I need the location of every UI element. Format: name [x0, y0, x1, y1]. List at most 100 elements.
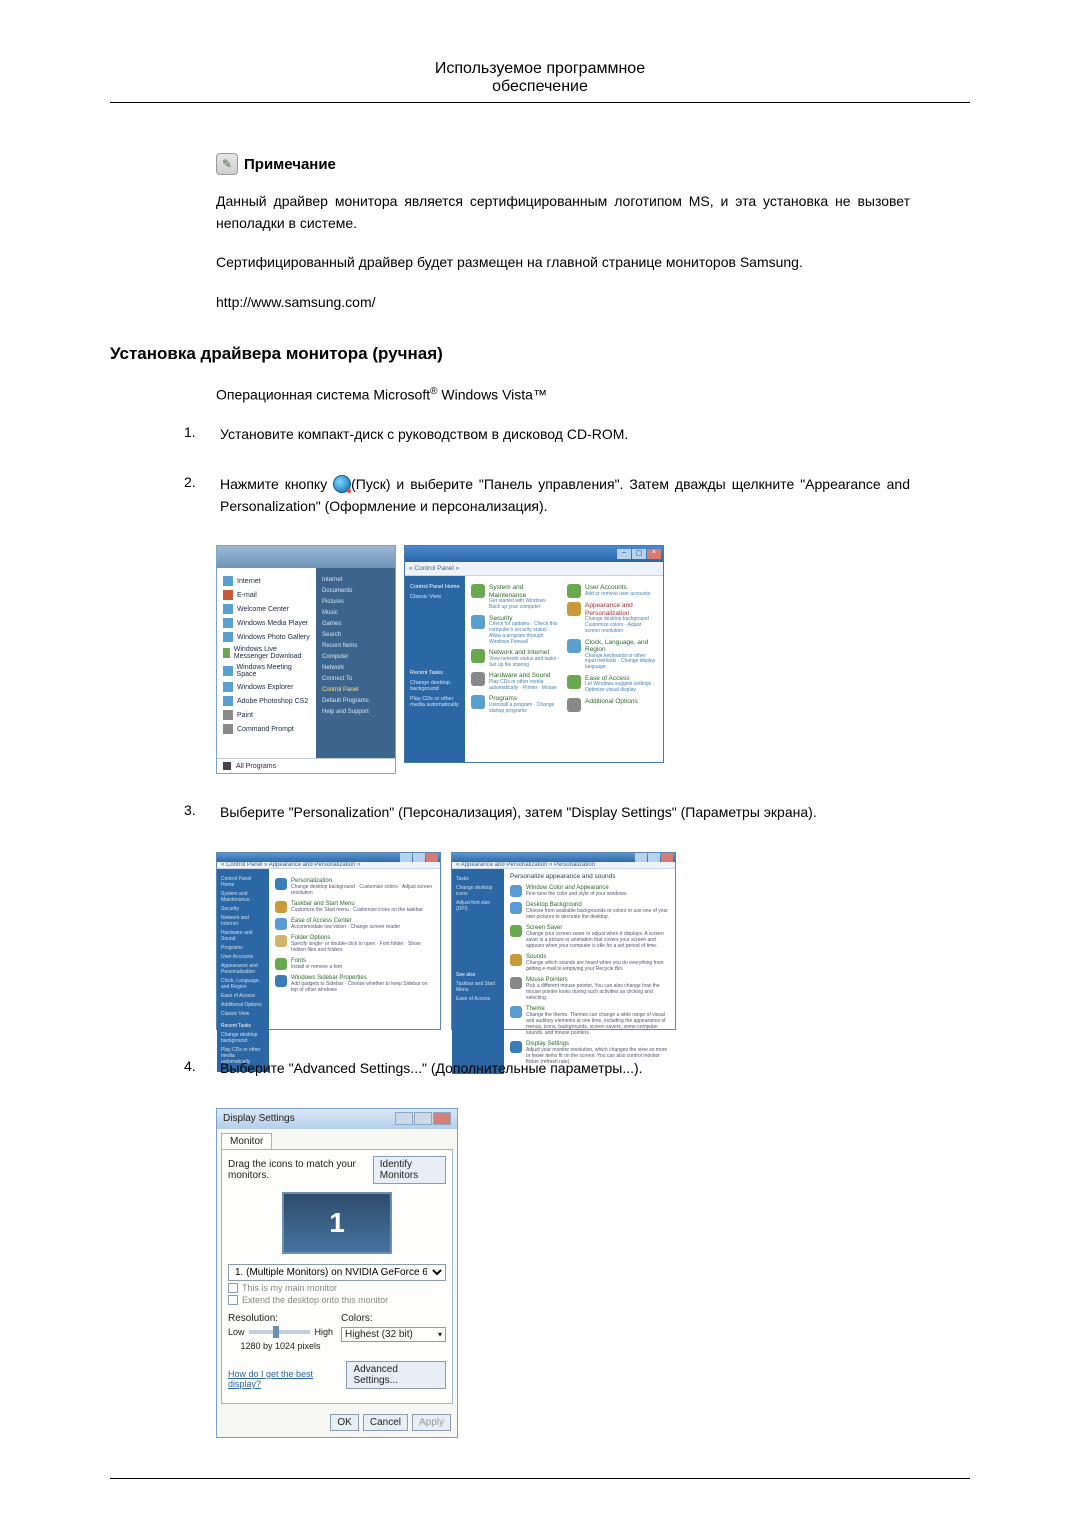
side-link[interactable]: Programs	[221, 945, 265, 951]
side-link[interactable]: System and Maintenance	[221, 891, 265, 903]
colors-select[interactable]: Highest (32 bit)▾	[341, 1327, 446, 1342]
best-display-link[interactable]: How do I get the best display?	[228, 1369, 340, 1389]
cp-category[interactable]: Ease of AccessLet Windows suggest settin…	[567, 675, 657, 694]
monitor-tab[interactable]: Monitor	[221, 1133, 272, 1149]
personalization-entry[interactable]: Screen SaverChange your screen saver or …	[510, 925, 669, 949]
monitor-preview[interactable]: 1	[282, 1192, 392, 1254]
appearance-entry[interactable]: Windows Sidebar PropertiesAdd gadgets to…	[275, 975, 434, 993]
start-menu-item[interactable]: Windows Explorer	[223, 682, 310, 692]
start-menu-right-item[interactable]: Search	[322, 632, 389, 638]
cp-classic-view[interactable]: Classic View	[410, 594, 460, 600]
app-icon	[223, 666, 233, 676]
close-icon[interactable]	[433, 1112, 451, 1125]
start-menu-right-item[interactable]: Documents	[322, 588, 389, 594]
start-menu-item[interactable]: Command Prompt	[223, 724, 310, 734]
ok-button[interactable]: OK	[330, 1414, 358, 1431]
cp-category[interactable]: SecurityCheck for updates · Check this c…	[471, 615, 561, 645]
min-icon[interactable]	[400, 853, 412, 862]
start-menu-item[interactable]: Windows Live Messenger Download	[223, 646, 310, 660]
header-line1: Используемое программное	[435, 60, 645, 77]
step-3-text: Выберите "Personalization" (Персонализац…	[220, 802, 970, 824]
side-link[interactable]: Tasks	[456, 876, 500, 882]
start-menu-item[interactable]: Internet	[223, 576, 310, 586]
appearance-entry[interactable]: FontsInstall or remove a font	[275, 958, 434, 970]
side-link[interactable]: Ease of Access	[221, 993, 265, 999]
close-icon[interactable]: ×	[647, 549, 661, 559]
step-2-number: 2.	[184, 474, 202, 517]
category-icon	[567, 675, 581, 689]
side-link[interactable]: Ease of Access	[456, 996, 500, 1002]
start-menu-right-item[interactable]: Computer	[322, 654, 389, 660]
close-icon[interactable]	[426, 853, 438, 862]
identify-monitors-button[interactable]: Identify Monitors	[373, 1156, 446, 1184]
cp-category[interactable]: Appearance and PersonalizationChange des…	[567, 602, 657, 634]
start-menu-right-item[interactable]: Control Panel	[322, 687, 389, 693]
resolution-slider[interactable]: Low High	[228, 1327, 333, 1337]
advanced-settings-button[interactable]: Advanced Settings...	[346, 1361, 446, 1389]
side-link[interactable]: Control Panel Home	[221, 876, 265, 888]
start-menu-right-item[interactable]: Help and Support	[322, 709, 389, 715]
app-icon	[223, 618, 233, 628]
cp-recent-2[interactable]: Play CDs or other media automatically	[410, 696, 460, 708]
min-icon[interactable]: –	[617, 549, 631, 559]
start-menu-item[interactable]: Windows Photo Gallery	[223, 632, 310, 642]
personalization-entry[interactable]: Desktop BackgroundChoose from available …	[510, 902, 669, 920]
personalization-entry[interactable]: Window Color and AppearanceFine tune the…	[510, 885, 669, 897]
start-menu-right-item[interactable]: Default Programs	[322, 698, 389, 704]
start-menu-item[interactable]: Adobe Photoshop CS2	[223, 696, 310, 706]
cp-category[interactable]: Clock, Language, and RegionChange keyboa…	[567, 639, 657, 671]
appearance-entry[interactable]: Ease of Access CenterAccommodate low vis…	[275, 918, 434, 930]
apply-button[interactable]: Apply	[412, 1414, 451, 1431]
side-link[interactable]: Clock, Language, and Region	[221, 978, 265, 990]
slider-thumb-icon[interactable]	[273, 1326, 279, 1338]
min-icon[interactable]	[395, 1112, 413, 1125]
side-link[interactable]: Change desktop background	[221, 1032, 265, 1044]
personalization-entry[interactable]: Mouse PointersPick a different mouse poi…	[510, 977, 669, 1001]
cp-category[interactable]: User AccountsAdd or remove user accounts	[567, 584, 657, 598]
personalization-entry[interactable]: ThemeChange the theme. Themes can change…	[510, 1006, 669, 1036]
max-icon[interactable]: ▢	[632, 549, 646, 559]
side-link[interactable]: Security	[221, 906, 265, 912]
cp-recent-1[interactable]: Change desktop background	[410, 680, 460, 692]
side-link[interactable]: Taskbar and Start Menu	[456, 981, 500, 993]
personalization-entry[interactable]: SoundsChange which sounds are heard when…	[510, 954, 669, 972]
start-menu-item[interactable]: Windows Media Player	[223, 618, 310, 628]
side-link[interactable]: User Accounts	[221, 954, 265, 960]
start-menu-right-item[interactable]: Internet	[322, 577, 389, 583]
side-link[interactable]: Network and Internet	[221, 915, 265, 927]
start-menu-right-item[interactable]: Pictures	[322, 599, 389, 605]
side-link[interactable]: Additional Options	[221, 1002, 265, 1008]
start-menu-right-item[interactable]: Recent Items	[322, 643, 389, 649]
extend-desktop-checkbox: Extend the desktop onto this monitor	[228, 1295, 446, 1305]
start-menu-right-item[interactable]: Network	[322, 665, 389, 671]
cp-category[interactable]: Hardware and SoundPlay CDs or other medi…	[471, 672, 561, 691]
side-link[interactable]: Hardware and Sound	[221, 930, 265, 942]
side-link[interactable]: Change desktop icons	[456, 885, 500, 897]
cp-category[interactable]: ProgramsUninstall a program · Change sta…	[471, 695, 561, 714]
start-menu-item[interactable]: Paint	[223, 710, 310, 720]
max-icon[interactable]	[414, 1112, 432, 1125]
entry-icon	[275, 958, 287, 970]
max-icon[interactable]	[648, 853, 660, 862]
start-menu-item[interactable]: E-mail	[223, 590, 310, 600]
appearance-entry[interactable]: Taskbar and Start MenuCustomize the Star…	[275, 901, 434, 913]
start-menu-right-item[interactable]: Music	[322, 610, 389, 616]
side-link[interactable]: Classic View	[221, 1011, 265, 1017]
close-icon[interactable]	[661, 853, 673, 862]
cp-category[interactable]: System and MaintenanceGet started with W…	[471, 584, 561, 610]
min-icon[interactable]	[635, 853, 647, 862]
monitor-select[interactable]: 1. (Multiple Monitors) on NVIDIA GeForce…	[228, 1264, 446, 1281]
side-link[interactable]: Adjust font size (DPI)	[456, 900, 500, 912]
all-programs-link[interactable]: All Programs	[236, 763, 276, 770]
side-link[interactable]: Appearance and Personalization	[221, 963, 265, 975]
cancel-button[interactable]: Cancel	[363, 1414, 408, 1431]
appearance-entry[interactable]: Folder OptionsSpecify single- or double-…	[275, 935, 434, 953]
start-menu-right-item[interactable]: Games	[322, 621, 389, 627]
appearance-entry[interactable]: PersonalizationChange desktop background…	[275, 878, 434, 896]
start-menu-right-item[interactable]: Connect To	[322, 676, 389, 682]
start-menu-item[interactable]: Welcome Center	[223, 604, 310, 614]
max-icon[interactable]	[413, 853, 425, 862]
start-menu-item[interactable]: Windows Meeting Space	[223, 664, 310, 678]
cp-category[interactable]: Additional Options	[567, 698, 657, 712]
cp-category[interactable]: Network and InternetView network status …	[471, 649, 561, 668]
